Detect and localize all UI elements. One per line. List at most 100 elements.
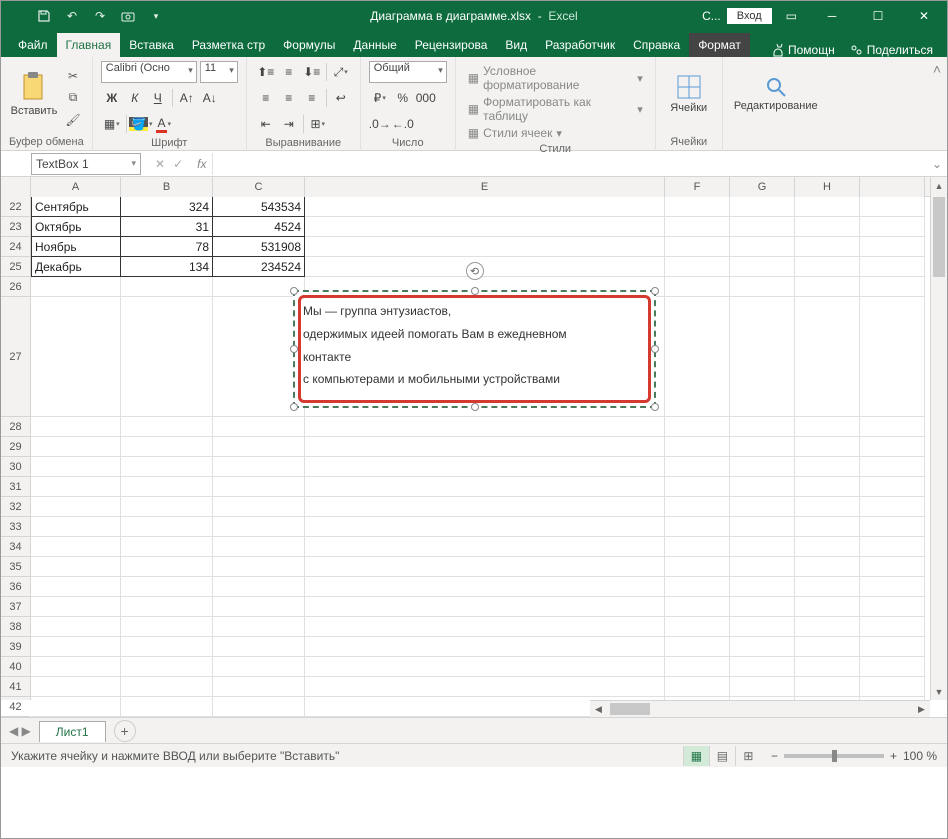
row-header[interactable]: 22 <box>1 197 30 217</box>
cell[interactable] <box>31 277 121 297</box>
cell[interactable] <box>121 297 213 417</box>
cell[interactable] <box>730 677 795 697</box>
cell[interactable] <box>730 637 795 657</box>
cell[interactable] <box>860 657 925 677</box>
cell[interactable] <box>860 417 925 437</box>
cell[interactable] <box>730 577 795 597</box>
cell[interactable] <box>31 477 121 497</box>
cell[interactable] <box>730 437 795 457</box>
cell[interactable] <box>665 277 730 297</box>
cell[interactable] <box>730 457 795 477</box>
resize-handle[interactable] <box>290 287 298 295</box>
name-box[interactable]: TextBox 1 <box>31 153 141 175</box>
page-layout-view-icon[interactable]: ▤ <box>709 746 735 766</box>
cell[interactable] <box>730 657 795 677</box>
italic-button[interactable]: К <box>124 87 146 109</box>
scroll-thumb[interactable] <box>933 197 945 277</box>
cell[interactable]: 543534 <box>213 197 305 217</box>
login-button[interactable]: Вход <box>727 8 772 24</box>
cell[interactable] <box>860 637 925 657</box>
col-header[interactable]: B <box>121 177 213 197</box>
cells-button[interactable]: Ячейки <box>664 61 714 127</box>
col-header[interactable]: E <box>305 177 665 197</box>
row-header[interactable]: 31 <box>1 477 30 497</box>
currency-icon[interactable]: ₽ <box>369 87 391 109</box>
cell[interactable] <box>305 437 665 457</box>
cell[interactable] <box>860 577 925 597</box>
cell[interactable] <box>860 617 925 637</box>
increase-font-icon[interactable]: A↑ <box>176 87 198 109</box>
cell[interactable] <box>305 577 665 597</box>
cell[interactable] <box>305 617 665 637</box>
cell[interactable] <box>305 677 665 697</box>
cell[interactable]: Сентябрь <box>31 197 121 217</box>
cell[interactable] <box>730 297 795 417</box>
row-header[interactable]: 23 <box>1 217 30 237</box>
bold-button[interactable]: Ж <box>101 87 123 109</box>
cell[interactable] <box>213 417 305 437</box>
align-right-icon[interactable]: ≡ <box>301 87 323 109</box>
cell[interactable] <box>121 417 213 437</box>
cell[interactable] <box>305 657 665 677</box>
cell[interactable] <box>31 557 121 577</box>
qat-dropdown-icon[interactable]: ▾ <box>143 3 169 29</box>
tab-file[interactable]: Файл <box>9 33 57 57</box>
cell[interactable] <box>665 637 730 657</box>
cell[interactable] <box>213 657 305 677</box>
cell[interactable] <box>795 237 860 257</box>
decrease-decimal-icon[interactable]: ←.0 <box>392 113 414 135</box>
scroll-right-icon[interactable]: ▶ <box>913 701 930 717</box>
cell[interactable] <box>305 517 665 537</box>
font-color-icon[interactable]: A <box>153 113 175 135</box>
rotate-handle-icon[interactable]: ⟲ <box>466 262 484 280</box>
align-center-icon[interactable]: ≡ <box>278 87 300 109</box>
wrap-text-icon[interactable]: ↩ <box>330 87 352 109</box>
cell[interactable] <box>795 517 860 537</box>
border-icon[interactable]: ▦ <box>101 113 123 135</box>
cell[interactable] <box>213 617 305 637</box>
tab-developer[interactable]: Разработчик <box>536 33 624 57</box>
cell[interactable]: 234524 <box>213 257 305 277</box>
cut-icon[interactable]: ✂ <box>63 66 83 86</box>
cell[interactable] <box>730 197 795 217</box>
cell[interactable] <box>31 637 121 657</box>
share-button[interactable]: Поделиться <box>849 43 933 57</box>
vertical-scrollbar[interactable]: ▲ ▼ <box>930 177 947 700</box>
cell[interactable] <box>213 437 305 457</box>
cell[interactable] <box>860 257 925 277</box>
cell[interactable] <box>665 617 730 637</box>
cell[interactable] <box>305 557 665 577</box>
minimize-button[interactable]: ─ <box>809 1 855 31</box>
cell[interactable] <box>730 597 795 617</box>
cell[interactable] <box>305 637 665 657</box>
row-header[interactable]: 35 <box>1 557 30 577</box>
copy-icon[interactable]: ⧉ <box>63 88 83 108</box>
cell[interactable] <box>213 637 305 657</box>
cell[interactable] <box>795 297 860 417</box>
cell[interactable] <box>31 537 121 557</box>
collapse-ribbon-icon[interactable]: ˄ <box>927 57 947 150</box>
cell[interactable] <box>213 457 305 477</box>
cell[interactable] <box>860 237 925 257</box>
cell[interactable]: 324 <box>121 197 213 217</box>
row-header[interactable]: 38 <box>1 617 30 637</box>
cell[interactable] <box>795 257 860 277</box>
expand-formula-bar-icon[interactable]: ⌄ <box>927 157 947 171</box>
number-format-select[interactable]: Общий <box>369 61 447 83</box>
cell[interactable] <box>121 457 213 477</box>
zoom-slider[interactable] <box>784 754 884 758</box>
tab-view[interactable]: Вид <box>496 33 536 57</box>
cell[interactable] <box>31 297 121 417</box>
cell[interactable] <box>305 537 665 557</box>
cell[interactable] <box>795 677 860 697</box>
save-icon[interactable] <box>31 3 57 29</box>
cell[interactable] <box>730 217 795 237</box>
row-header[interactable]: 32 <box>1 497 30 517</box>
cell[interactable] <box>31 437 121 457</box>
row-header[interactable]: 28 <box>1 417 30 437</box>
resize-handle[interactable] <box>290 403 298 411</box>
cell[interactable] <box>31 657 121 677</box>
resize-handle[interactable] <box>471 287 479 295</box>
close-button[interactable]: ✕ <box>901 1 947 31</box>
cell[interactable] <box>665 577 730 597</box>
